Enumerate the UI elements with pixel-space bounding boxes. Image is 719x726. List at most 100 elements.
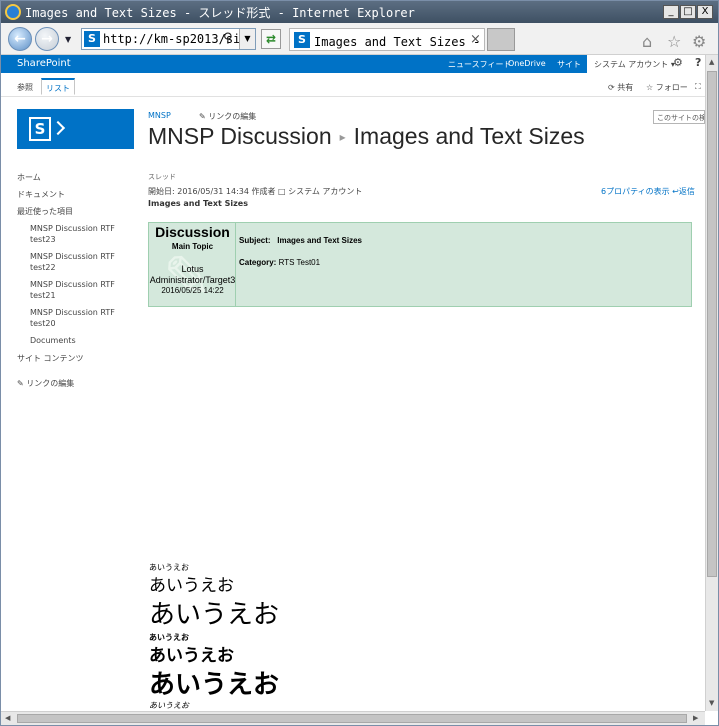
refresh-button[interactable]: ⇄: [261, 29, 281, 49]
settings-gear-icon[interactable]: ⚙: [673, 56, 683, 69]
new-tab-button[interactable]: [487, 28, 515, 51]
back-button[interactable]: ←: [8, 27, 32, 51]
category-value: RTS Test01: [278, 258, 321, 267]
reply-label: 返信: [678, 187, 695, 196]
nav-recent-item[interactable]: test20: [30, 319, 56, 328]
suite-brand[interactable]: SharePoint: [17, 58, 71, 69]
address-bar[interactable]: S http://km-sp2013/site ⚲ ▼: [81, 28, 256, 50]
thread-meta: 開始日: 2016/05/31 14:34 作成者 □ システム アカウント: [148, 187, 363, 196]
browser-tab[interactable]: S Images and Text Sizes - ス… ×: [289, 28, 507, 51]
subject-value: Images and Text Sizes: [277, 236, 363, 245]
discussion-post: ✎ Discussion Main Topic Lotus Administra…: [148, 222, 692, 307]
nav-edit-links[interactable]: ✎ リンクの編集: [17, 378, 74, 389]
post-date: 2016/05/25 14:22: [161, 286, 224, 295]
nav-recent-item[interactable]: test23: [30, 235, 56, 244]
scroll-left-icon[interactable]: ◀: [5, 714, 10, 722]
sharepoint-favicon-icon: S: [84, 31, 100, 47]
follow-star-icon: ☆: [646, 83, 654, 92]
nav-recent[interactable]: 最近使った項目: [17, 206, 73, 217]
jp-text-medium-bold: あいうえお: [149, 646, 234, 666]
post-header-cell: ✎ Discussion Main Topic Lotus Administra…: [149, 223, 236, 306]
post-author-line1: Lotus: [181, 264, 204, 274]
thread-actions: 6プロパティの表示 ↩返信: [601, 186, 695, 197]
search-placeholder: このサイトの検索: [657, 114, 704, 122]
thread-subject: Images and Text Sizes: [148, 199, 248, 208]
history-dropdown[interactable]: ▼: [65, 35, 71, 44]
site-logo[interactable]: S: [17, 109, 134, 149]
scroll-up-icon[interactable]: ▲: [709, 58, 714, 66]
site-crumb-link[interactable]: MNSP: [148, 111, 171, 120]
nav-recent-item[interactable]: MNSP Discussion RTF: [30, 308, 115, 317]
jp-text-small-italic: あいうえお: [149, 701, 189, 710]
reply-link[interactable]: ↩返信: [672, 187, 695, 196]
pencil-icon: ✎: [199, 112, 206, 121]
scroll-down-icon[interactable]: ▼: [709, 699, 714, 707]
nav-recent-item[interactable]: MNSP Discussion RTF: [30, 280, 115, 289]
sharepoint-logo-icon: S: [29, 117, 51, 141]
list-title: Images and Text Sizes: [353, 123, 585, 149]
suite-link-newsfeed[interactable]: ニュースフィード: [448, 59, 511, 70]
edit-links-label: リンクの編集: [208, 112, 257, 121]
tab-list[interactable]: リスト: [41, 78, 75, 95]
post-topic: Main Topic: [171, 242, 214, 251]
horizontal-scrollbar[interactable]: ◀ ▶: [1, 711, 705, 725]
refresh-icon: ⇄: [265, 32, 277, 46]
subject-label: Subject:: [239, 236, 271, 245]
search-icon[interactable]: ⚲: [223, 31, 233, 46]
forward-button[interactable]: →: [35, 27, 59, 51]
ie-logo-icon: [5, 4, 21, 20]
nav-documents[interactable]: ドキュメント: [17, 189, 65, 200]
follow-button[interactable]: ☆ フォロー: [646, 82, 688, 93]
vertical-scrollbar[interactable]: ▲ ▼: [705, 55, 718, 711]
account-area: システム アカウント ▾ ⚙ ?: [587, 55, 705, 73]
nav-recent-item[interactable]: MNSP Discussion RTF: [30, 224, 115, 233]
nav-recent-item[interactable]: test22: [30, 263, 56, 272]
post-author: Lotus Administrator/Target3: [149, 264, 236, 286]
browser-window: Images and Text Sizes - スレッド形式 - Interne…: [0, 0, 719, 726]
forward-arrow-icon: →: [41, 31, 53, 47]
properties-link[interactable]: 6プロパティの表示: [601, 187, 670, 196]
category-label: Category:: [239, 258, 277, 267]
vertical-scroll-thumb[interactable]: [707, 71, 717, 577]
share-icon: ⟳: [608, 83, 615, 92]
site-search-input[interactable]: このサイトの検索: [653, 110, 705, 124]
jp-text-medium: あいうえお: [149, 576, 234, 596]
maximize-button[interactable]: □: [680, 5, 696, 19]
title-bar: Images and Text Sizes - スレッド形式 - Interne…: [1, 1, 718, 23]
help-icon[interactable]: ?: [695, 56, 701, 69]
nav-recent-item[interactable]: test21: [30, 291, 56, 300]
share-button[interactable]: ⟳ 共有: [608, 82, 633, 93]
home-icon[interactable]: ⌂: [642, 32, 652, 51]
nav-home[interactable]: ホーム: [17, 172, 41, 183]
suite-link-sites[interactable]: サイト: [557, 59, 581, 70]
tab-favicon-icon: S: [294, 32, 310, 48]
tab-close-icon[interactable]: ×: [470, 32, 481, 47]
post-author-line2: Administrator/Target3: [149, 275, 236, 285]
favorites-star-icon[interactable]: ☆: [667, 32, 681, 51]
logo-arrow-icon: [50, 120, 66, 136]
minimize-button[interactable]: _: [663, 5, 679, 19]
ribbon: 参照 リスト ⟳ 共有 ☆ フォロー ⛶: [1, 73, 705, 97]
close-window-button[interactable]: X: [697, 5, 713, 19]
nav-recent-item[interactable]: MNSP Discussion RTF: [30, 252, 115, 261]
site-title-link[interactable]: MNSP Discussion: [148, 123, 332, 149]
nav-documents-2[interactable]: Documents: [30, 336, 76, 345]
horizontal-scroll-thumb[interactable]: [17, 714, 687, 723]
tools-gear-icon[interactable]: ⚙: [692, 32, 706, 51]
focus-content-icon[interactable]: ⛶: [695, 82, 701, 92]
nav-site-contents[interactable]: サイト コンテンツ: [17, 353, 84, 364]
suite-link-onedrive[interactable]: OneDrive: [508, 59, 546, 68]
breadcrumb-separator-icon: ▸: [339, 130, 346, 144]
page-title: MNSP Discussion ▸ Images and Text Sizes: [148, 123, 585, 150]
jp-text-large-bold: あいうえお: [149, 670, 280, 700]
address-dropdown[interactable]: ▼: [239, 29, 255, 49]
back-arrow-icon: ←: [14, 31, 26, 47]
edit-links-top[interactable]: ✎ リンクの編集: [199, 111, 256, 122]
scroll-right-icon[interactable]: ▶: [693, 714, 698, 722]
browser-nav-bar: ← → ▼ S http://km-sp2013/site ⚲ ▼ ⇄ S Im…: [1, 23, 718, 55]
properties-label: プロパティの表示: [606, 187, 670, 196]
tab-browse[interactable]: 参照: [13, 79, 37, 96]
follow-label: フォロー: [655, 83, 688, 92]
account-menu[interactable]: システム アカウント ▾: [594, 59, 675, 70]
pencil-icon: ✎: [17, 379, 24, 388]
